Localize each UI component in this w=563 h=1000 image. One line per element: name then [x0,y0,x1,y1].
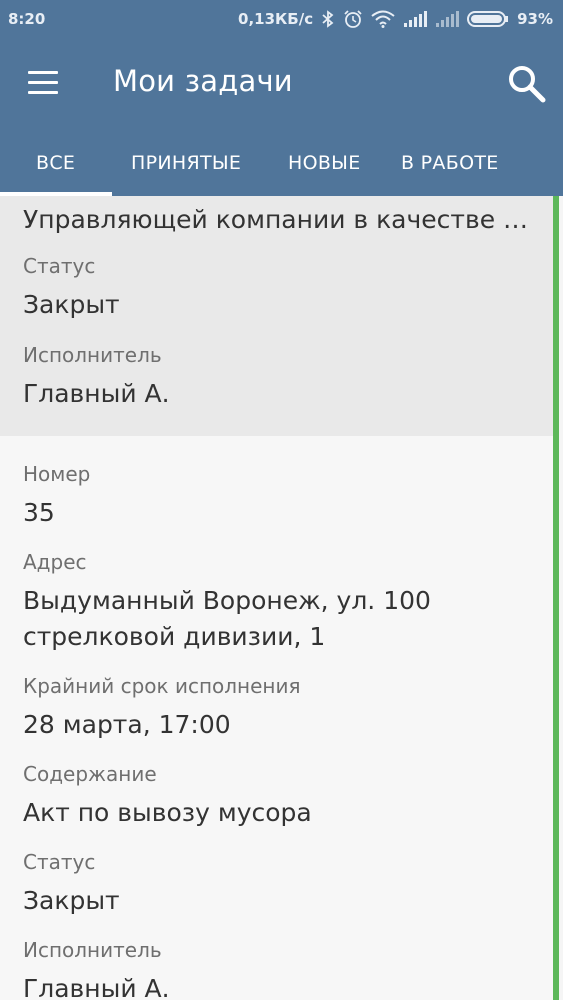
battery-level: 93% [517,10,553,28]
status-indicators: 0,13КБ/с 93% [238,9,553,29]
task-status-value: Закрыт [23,290,120,319]
task-list[interactable]: Управляющей компании в качестве д... Ста… [0,196,553,1000]
task-executor-value: Главный А. [23,974,170,1000]
page-title: Мои задачи [113,64,293,98]
task-content-value: Управляющей компании в качестве д... [23,205,538,234]
task-status-label: Статус [23,850,96,874]
task-status-label: Статус [23,254,96,278]
status-bar: 8:20 0,13КБ/с 93% [0,0,563,38]
battery-icon [467,11,509,27]
app-bar: 8:20 0,13КБ/с 93% Мои задачи ВСЕ ПРИНЯТЫ… [0,0,563,196]
wifi-icon [371,10,395,28]
task-status-value: Закрыт [23,886,120,915]
task-deadline-label: Крайний срок исполнения [23,674,301,698]
signal-icon [404,11,428,27]
task-executor-label: Исполнитель [23,938,162,962]
scroll-gutter [559,196,563,1000]
alarm-icon [344,10,362,28]
task-card[interactable]: Номер 35 Адрес Выдуманный Воронеж, ул. 1… [0,436,553,1000]
search-icon[interactable] [505,62,549,106]
tab-all[interactable]: ВСЕ [36,152,75,174]
task-content-label: Содержание [23,762,157,786]
tab-new[interactable]: НОВЫЕ [288,152,361,174]
tab-accepted[interactable]: ПРИНЯТЫЕ [131,152,241,174]
task-deadline-value: 28 марта, 17:00 [23,710,231,739]
signal-weak-icon [436,11,460,27]
task-number-value: 35 [23,498,55,527]
task-card[interactable]: Управляющей компании в качестве д... Ста… [0,196,553,436]
network-speed: 0,13КБ/с [238,10,314,28]
tab-bar: ВСЕ ПРИНЯТЫЕ НОВЫЕ В РАБОТЕ [0,140,563,196]
toolbar: Мои задачи [0,38,563,130]
status-time: 8:20 [8,10,46,28]
hamburger-menu-icon[interactable] [26,69,60,97]
task-executor-label: Исполнитель [23,343,162,367]
task-executor-value: Главный А. [23,379,170,408]
task-content-value: Акт по вывозу мусора [23,798,312,827]
bluetooth-icon [322,10,334,28]
task-address-label: Адрес [23,550,87,574]
tab-in-progress[interactable]: В РАБОТЕ [401,152,499,174]
task-address-value: Выдуманный Воронеж, ул. 100 стрелковой д… [23,586,431,651]
task-number-label: Номер [23,462,91,486]
